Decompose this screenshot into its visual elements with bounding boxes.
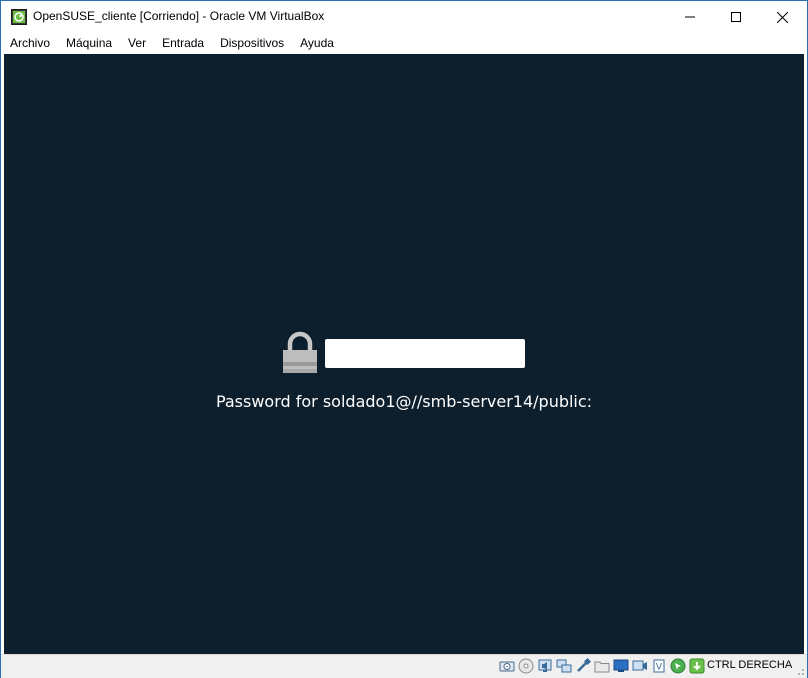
title-bar[interactable]: OpenSUSE_cliente [Corriendo] - Oracle VM… bbox=[1, 1, 807, 33]
virtualbox-window: OpenSUSE_cliente [Corriendo] - Oracle VM… bbox=[0, 0, 808, 678]
display-icon[interactable] bbox=[613, 658, 629, 674]
resize-grip-icon[interactable] bbox=[795, 666, 805, 676]
password-prompt: Password for soldado1@//smb-server14/pub… bbox=[215, 392, 593, 411]
host-key-label: CTRL DERECHA bbox=[707, 659, 793, 671]
guest-display[interactable]: Password for soldado1@//smb-server14/pub… bbox=[4, 54, 804, 654]
cpu-icon[interactable]: V bbox=[651, 658, 667, 674]
menu-ayuda[interactable]: Ayuda bbox=[292, 33, 342, 54]
menu-bar: Archivo Máquina Ver Entrada Dispositivos… bbox=[1, 33, 807, 54]
minimize-icon bbox=[685, 16, 695, 18]
window-title: OpenSUSE_cliente [Corriendo] - Oracle VM… bbox=[33, 9, 325, 23]
password-input[interactable] bbox=[325, 339, 525, 368]
svg-text:V: V bbox=[656, 663, 663, 673]
usb-icon[interactable] bbox=[575, 658, 591, 674]
hard-disk-icon[interactable] bbox=[499, 658, 515, 674]
menu-archivo[interactable]: Archivo bbox=[1, 33, 58, 54]
minimize-button[interactable] bbox=[667, 1, 713, 33]
menu-maquina[interactable]: Máquina bbox=[58, 33, 120, 54]
network-icon[interactable] bbox=[556, 658, 572, 674]
optical-drive-icon[interactable] bbox=[518, 658, 534, 674]
status-icons: V bbox=[499, 658, 705, 674]
shared-folders-icon[interactable] bbox=[594, 658, 610, 674]
status-bar: V CTRL DERECHA bbox=[1, 654, 807, 678]
virtualbox-app-icon bbox=[11, 9, 27, 25]
close-icon bbox=[776, 11, 788, 23]
mouse-integration-icon[interactable] bbox=[670, 658, 686, 674]
video-capture-icon[interactable] bbox=[632, 658, 648, 674]
menu-dispositivos[interactable]: Dispositivos bbox=[212, 33, 292, 54]
keyboard-icon[interactable] bbox=[689, 658, 705, 674]
maximize-icon bbox=[731, 12, 741, 22]
menu-entrada[interactable]: Entrada bbox=[154, 33, 212, 54]
close-button[interactable] bbox=[759, 1, 805, 33]
audio-icon[interactable] bbox=[537, 658, 553, 674]
maximize-button[interactable] bbox=[713, 1, 759, 33]
lock-icon bbox=[283, 331, 317, 373]
menu-ver[interactable]: Ver bbox=[120, 33, 154, 54]
